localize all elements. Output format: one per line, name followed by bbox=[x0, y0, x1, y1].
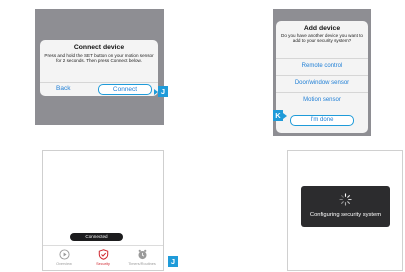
progress-hud: Configuring security system bbox=[301, 186, 390, 227]
connect-device-dialog: Connect device Press and hold the SET bu… bbox=[40, 40, 158, 96]
dialog-title: Connect device bbox=[73, 44, 125, 51]
spinner-icon bbox=[339, 193, 352, 206]
motion-sensor-option[interactable]: Motion sensor bbox=[276, 92, 368, 108]
connected-toast: Connected bbox=[70, 233, 123, 241]
connect-device-screen: Connect device Press and hold the SET bu… bbox=[35, 9, 164, 125]
tab-label: Overview bbox=[56, 262, 72, 266]
dialog-message: Do you have another device you want to a… bbox=[281, 33, 363, 44]
callout-tag-j: J bbox=[168, 256, 178, 267]
callout-tag-j: J bbox=[158, 86, 168, 97]
add-device-screen: Add device Do you have another device yo… bbox=[273, 9, 371, 136]
configuring-message: Configuring security system bbox=[309, 212, 382, 218]
callout-tag-k: K bbox=[273, 110, 283, 121]
dialog-message: Press and hold the SET button on your mo… bbox=[44, 53, 154, 64]
connect-button[interactable]: Connect bbox=[98, 84, 152, 95]
tab-security[interactable]: Security bbox=[88, 249, 118, 266]
tab-overview[interactable]: Overview bbox=[49, 249, 79, 266]
play-circle-icon bbox=[58, 249, 70, 260]
dialog-title: Add device bbox=[303, 25, 341, 32]
dialog-actions: Back Connect bbox=[40, 82, 158, 96]
clock-icon bbox=[137, 249, 147, 260]
tab-label: Security bbox=[96, 262, 110, 266]
remote-control-option[interactable]: Remote control bbox=[276, 58, 368, 74]
home-screen: Connected Overview Security Timers/Routi bbox=[42, 150, 164, 271]
tab-timers-routines[interactable]: Timers/Routines bbox=[127, 249, 157, 266]
add-device-dialog: Add device Do you have another device yo… bbox=[276, 21, 368, 133]
callout-arrow bbox=[283, 113, 287, 119]
door-window-sensor-option[interactable]: Door/window sensor bbox=[276, 75, 368, 91]
im-done-button[interactable]: I'm done bbox=[290, 115, 354, 126]
tab-bar: Overview Security Timers/Routines bbox=[43, 245, 163, 270]
configuring-screen: Configuring security system bbox=[287, 150, 403, 271]
back-button[interactable]: Back bbox=[56, 85, 70, 92]
shield-check-icon bbox=[98, 249, 108, 260]
tab-label: Timers/Routines bbox=[128, 262, 156, 266]
